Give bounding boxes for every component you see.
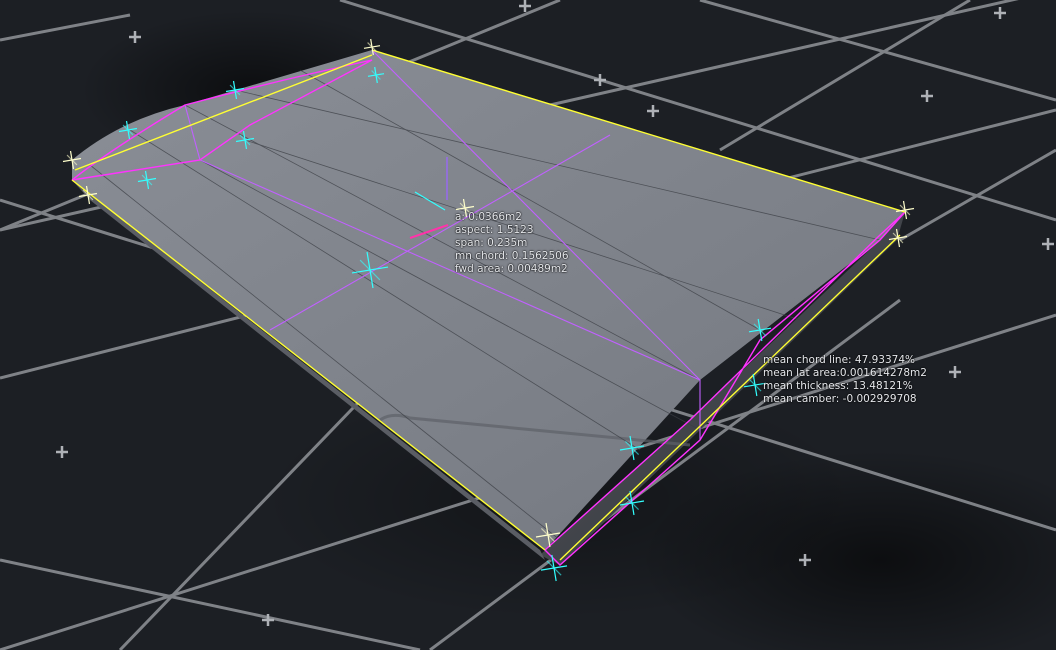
wing-mean-chord-text: mn chord: 0.1562506 xyxy=(455,250,569,262)
wing-stats-readout: a: 0.0366m2 aspect: 1.5123 span: 0.235m … xyxy=(455,211,569,276)
grid-cross-marker xyxy=(56,446,68,458)
grid-cross-marker xyxy=(949,366,961,378)
wing-aspect-text: aspect: 1.5123 xyxy=(455,224,534,236)
grid-cross-marker xyxy=(594,74,606,86)
mean-camber-text: mean camber: -0.002929708 xyxy=(763,393,917,405)
grid-cross-marker xyxy=(519,0,531,12)
section-stats-readout: mean chord line: 47.93374% mean lat area… xyxy=(763,354,927,406)
mean-lateral-area-text: mean lat area:0.001614278m2 xyxy=(763,367,927,379)
grid-cross-marker xyxy=(647,105,659,117)
scene-canvas[interactable] xyxy=(0,0,1056,650)
grid-cross-marker xyxy=(1042,238,1054,250)
wing-span-text: span: 0.235m xyxy=(455,237,528,249)
3d-viewport[interactable]: a: 0.0366m2 aspect: 1.5123 span: 0.235m … xyxy=(0,0,1056,650)
grid-cross-marker xyxy=(994,7,1006,19)
mean-chord-line-text: mean chord line: 47.93374% xyxy=(763,354,916,366)
wing-forward-area-text: fwd area: 0.00489m2 xyxy=(455,263,568,275)
grid-cross-marker xyxy=(921,90,933,102)
mean-thickness-text: mean thickness: 13.48121% xyxy=(763,380,913,392)
wing-area-text: a: 0.0366m2 xyxy=(455,211,522,223)
